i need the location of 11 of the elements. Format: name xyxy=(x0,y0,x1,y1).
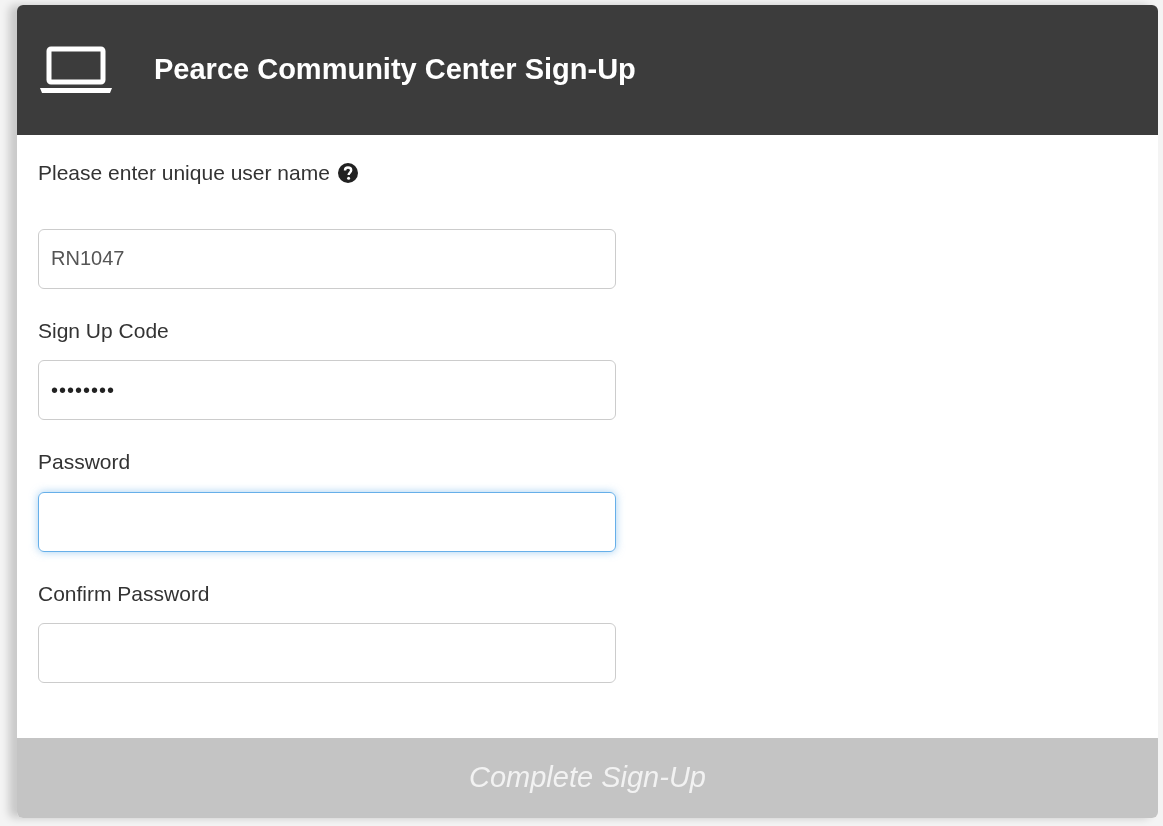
password-field[interactable] xyxy=(38,623,616,683)
password-field[interactable]: •••••••• xyxy=(38,360,616,420)
field-label: Sign Up Code xyxy=(38,317,169,344)
header-title: Pearce Community Center Sign-Up xyxy=(154,52,636,88)
laptop-icon xyxy=(38,46,114,94)
field-label: Password xyxy=(38,449,131,475)
help-icon[interactable] xyxy=(337,162,358,183)
field-label: Confirm Password xyxy=(38,580,210,607)
password-field[interactable] xyxy=(38,491,616,552)
text-field[interactable]: RN1047 xyxy=(38,228,616,289)
field-label: Please enter unique user name xyxy=(38,160,330,186)
